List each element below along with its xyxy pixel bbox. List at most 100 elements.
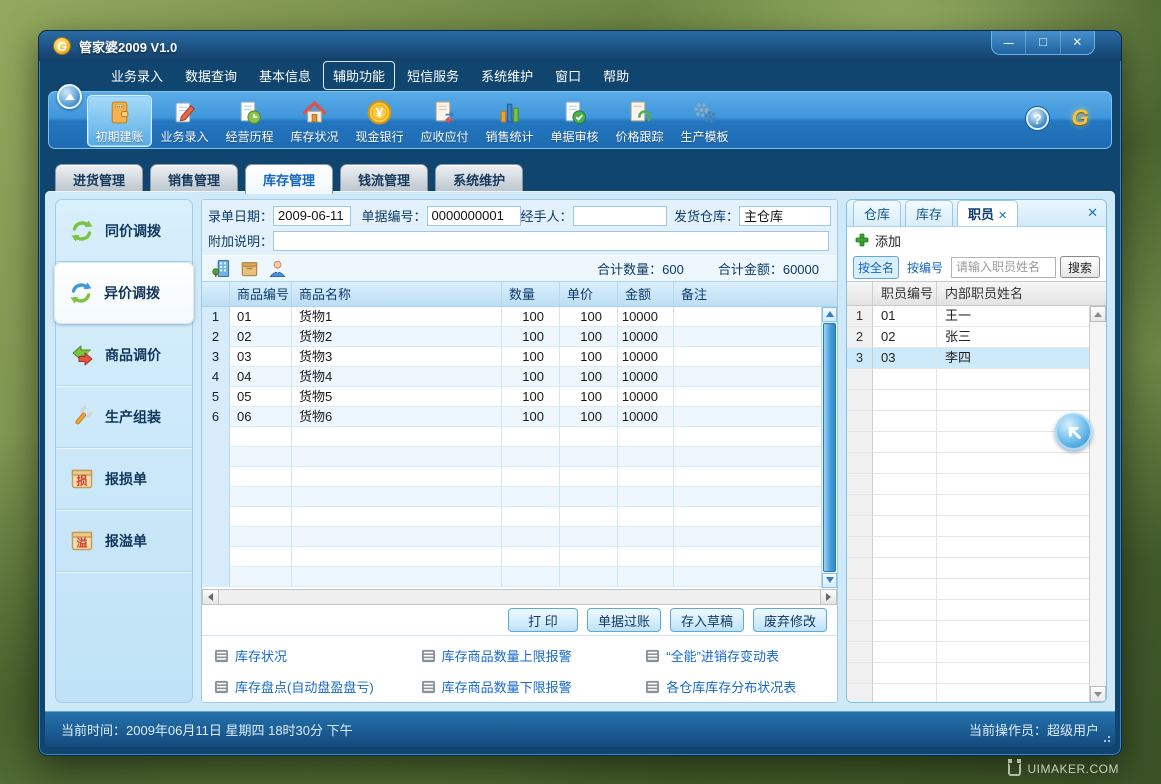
staff-row[interactable]: 303李四 <box>847 348 1106 369</box>
company-icon[interactable] <box>212 259 231 278</box>
person-icon[interactable] <box>268 259 287 278</box>
tab-进货管理[interactable]: 进货管理 <box>55 164 143 194</box>
staff-row[interactable]: 202张三 <box>847 327 1106 348</box>
scroll-down-button[interactable] <box>822 573 837 588</box>
staff-row[interactable]: 101王一 <box>847 306 1106 327</box>
filter-by-code-button[interactable]: 按编号 <box>903 257 947 278</box>
toolbar-item-应收应付[interactable]: 应收应付 <box>412 95 477 147</box>
close-button[interactable] <box>1060 31 1094 54</box>
staff-row[interactable] <box>847 642 1106 663</box>
sidebar-item-报溢单[interactable]: 溢报溢单 <box>56 510 192 572</box>
menu-item-帮助[interactable]: 帮助 <box>593 61 639 90</box>
search-button[interactable]: 搜索 <box>1060 256 1100 278</box>
menu-item-系统维护[interactable]: 系统维护 <box>471 61 543 90</box>
staff-row[interactable] <box>847 516 1106 537</box>
staff-row[interactable] <box>847 495 1106 516</box>
sidebar-item-商品调价[interactable]: 商品调价 <box>56 324 192 386</box>
button-单据过账[interactable]: 单据过账 <box>587 608 661 632</box>
note-input[interactable] <box>273 231 829 251</box>
table-row[interactable]: 505货物510010010000 <box>202 387 821 407</box>
menu-item-辅助功能[interactable]: 辅助功能 <box>323 61 395 90</box>
toolbar-item-销售统计[interactable]: 销售统计 <box>477 95 542 147</box>
sidebar-item-报损单[interactable]: 损报损单 <box>56 448 192 510</box>
toolbar-item-库存状况[interactable]: 库存状况 <box>282 95 347 147</box>
scroll-left-button[interactable] <box>203 590 219 604</box>
field-date-input[interactable] <box>273 206 351 226</box>
table-row[interactable] <box>202 507 821 527</box>
scroll-up-button[interactable] <box>1090 306 1106 322</box>
button-打印[interactable]: 打 印 <box>508 608 578 632</box>
staff-row[interactable] <box>847 579 1106 600</box>
lookup-tab-库存[interactable]: 库存 <box>905 200 953 226</box>
scrollbar-thumb[interactable] <box>823 323 836 572</box>
staff-row[interactable] <box>847 390 1106 411</box>
sidebar-item-同价调拨[interactable]: 同价调拨 <box>56 200 192 262</box>
staff-row[interactable] <box>847 474 1106 495</box>
report-link-库存商品数量下限报警[interactable]: 库存商品数量下限报警 <box>421 677 646 696</box>
toolbar-item-生产模板[interactable]: 生产模板 <box>672 95 737 147</box>
menu-item-基本信息[interactable]: 基本信息 <box>249 61 321 90</box>
report-link-库存状况[interactable]: 库存状况 <box>214 646 421 665</box>
table-row[interactable] <box>202 567 821 587</box>
table-row[interactable] <box>202 467 821 487</box>
staff-row[interactable] <box>847 600 1106 621</box>
field-store-input[interactable] <box>739 206 831 226</box>
minimize-button[interactable] <box>992 31 1025 54</box>
field-agent-input[interactable] <box>573 206 667 226</box>
staff-scrollbar[interactable] <box>1089 306 1106 702</box>
toolbar-item-价格跟踪[interactable]: 价格跟踪 <box>607 95 672 147</box>
scroll-down-button[interactable] <box>1090 686 1106 702</box>
tab-close-icon[interactable] <box>998 207 1007 222</box>
panel-close-icon[interactable] <box>1087 205 1098 221</box>
report-link-各仓库库存分布状况表[interactable]: 各仓库库存分布状况表 <box>645 677 825 696</box>
table-row[interactable]: 303货物310010010000 <box>202 347 821 367</box>
report-link-“全能”进销存变动表[interactable]: “全能”进销存变动表 <box>645 646 825 665</box>
lookup-tab-职员[interactable]: 职员 <box>957 200 1018 226</box>
sidebar-item-异价调拨[interactable]: 异价调拨 <box>54 262 194 324</box>
button-废弃修改[interactable]: 废弃修改 <box>753 608 827 632</box>
table-row[interactable]: 101货物110010010000 <box>202 307 821 327</box>
table-row[interactable] <box>202 527 821 547</box>
table-row[interactable] <box>202 427 821 447</box>
toolbar-item-初期建账[interactable]: 初期建账 <box>87 95 152 147</box>
horizontal-scrollbar[interactable] <box>202 589 837 605</box>
tab-销售管理[interactable]: 销售管理 <box>150 164 238 194</box>
scroll-right-button[interactable] <box>820 590 836 604</box>
box-icon[interactable] <box>240 259 259 278</box>
tab-系统维护[interactable]: 系统维护 <box>435 164 523 194</box>
table-row[interactable] <box>202 447 821 467</box>
table-row[interactable]: 606货物610010010000 <box>202 407 821 427</box>
menu-item-窗口[interactable]: 窗口 <box>545 61 591 90</box>
help-icon[interactable] <box>1026 107 1049 130</box>
report-link-库存商品数量上限报警[interactable]: 库存商品数量上限报警 <box>421 646 646 665</box>
resize-grip-icon[interactable] <box>1101 733 1111 743</box>
menu-item-业务录入[interactable]: 业务录入 <box>101 61 173 90</box>
table-row[interactable]: 202货物210010010000 <box>202 327 821 347</box>
report-link-库存盘点(自动盘盈盘亏)[interactable]: 库存盘点(自动盘盈盘亏) <box>214 677 421 696</box>
lookup-tab-仓库[interactable]: 仓库 <box>853 200 901 226</box>
table-row[interactable] <box>202 547 821 567</box>
scroll-up-button[interactable] <box>822 307 837 322</box>
button-存入草稿[interactable]: 存入草稿 <box>670 608 744 632</box>
toolbar-item-业务录入[interactable]: 业务录入 <box>152 95 217 147</box>
tab-库存管理[interactable]: 库存管理 <box>245 164 333 194</box>
filter-by-name-button[interactable]: 按全名 <box>853 256 899 279</box>
vertical-scrollbar[interactable] <box>821 307 837 588</box>
table-row[interactable]: 404货物410010010000 <box>202 367 821 387</box>
search-input[interactable] <box>951 257 1056 278</box>
menu-item-短信服务[interactable]: 短信服务 <box>397 61 469 90</box>
collapse-toolbar-button[interactable] <box>57 84 82 109</box>
menu-item-数据查询[interactable]: 数据查询 <box>175 61 247 90</box>
maximize-button[interactable] <box>1025 31 1059 54</box>
toolbar-item-现金银行[interactable]: ¥现金银行 <box>347 95 412 147</box>
toolbar-item-单据审核[interactable]: 单据审核 <box>542 95 607 147</box>
staff-row[interactable] <box>847 684 1106 702</box>
add-row[interactable]: 添加 <box>847 227 1106 253</box>
table-row[interactable] <box>202 487 821 507</box>
staff-row[interactable] <box>847 369 1106 390</box>
field-code-input[interactable] <box>427 206 521 226</box>
staff-row[interactable] <box>847 453 1106 474</box>
staff-row[interactable] <box>847 558 1106 579</box>
staff-row[interactable] <box>847 537 1106 558</box>
sidebar-item-生产组装[interactable]: 生产组装 <box>56 386 192 448</box>
